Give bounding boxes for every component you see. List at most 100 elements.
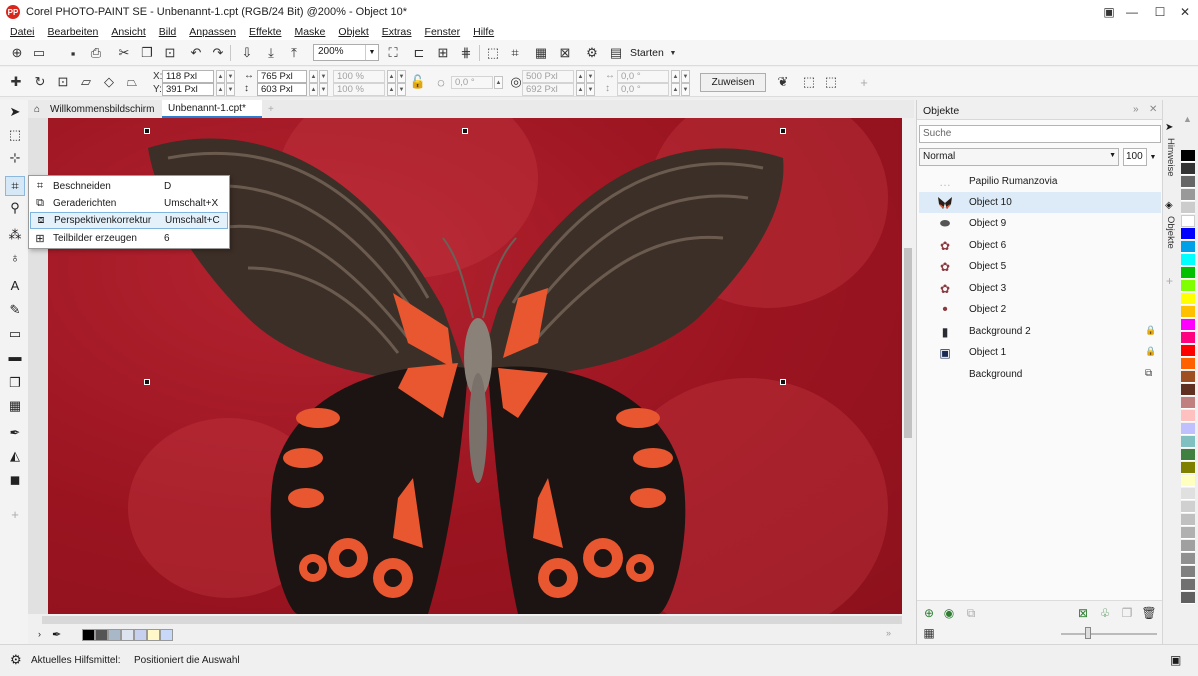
mask-icon[interactable]: ▦ (921, 625, 937, 641)
add-icon[interactable]: + (855, 73, 873, 91)
handle-top-left[interactable] (144, 128, 150, 134)
add-tool-icon[interactable]: + (5, 504, 25, 524)
guidelines-icon[interactable]: ⋕ (457, 44, 475, 62)
color-swatch[interactable] (1181, 579, 1195, 591)
zoom-level-combo[interactable]: 200% ▼ (313, 44, 379, 61)
object-search-input[interactable]: Suche (919, 125, 1161, 143)
redo-icon[interactable]: ↷ (209, 44, 227, 62)
layer-row[interactable]: ▣ Object 1 🔒 (919, 342, 1161, 363)
layer-row-selected[interactable]: Object 10 (919, 192, 1161, 213)
pick-tool-icon[interactable]: ➤ (5, 102, 25, 122)
flyout-item-straighten[interactable]: ⧉ Geraderichten Umschalt+X (30, 195, 228, 212)
y-spinner[interactable]: ▲ (216, 83, 225, 96)
color-swatch[interactable] (1181, 150, 1195, 162)
remove-mask-icon[interactable]: ⊠ (556, 44, 574, 62)
center-y-field[interactable]: 692 Pxl (522, 83, 574, 96)
color-swatch[interactable] (1181, 280, 1195, 292)
crop-tool-icon[interactable]: ⌗ (5, 176, 25, 196)
feather-icon[interactable]: ❦ (774, 73, 792, 91)
delete-icon[interactable]: 🗑 (1141, 605, 1157, 621)
color-swatch[interactable] (1181, 306, 1195, 318)
skew-vertical-field[interactable]: 0,0 ° (617, 83, 669, 96)
flyout-item-perspective[interactable]: ⧈ Perspektivenkorrektur Umschalt+C (30, 212, 228, 229)
color-swatch[interactable] (1181, 397, 1195, 409)
scale-h-spinner-down[interactable]: ▼ (397, 83, 406, 96)
height-spinner-down[interactable]: ▼ (319, 83, 328, 96)
angle-spinner[interactable]: ▲ (494, 76, 503, 89)
tab-hints[interactable]: Hinweise (1165, 138, 1176, 177)
height-spinner[interactable]: ▲ (309, 83, 318, 96)
position-icon[interactable]: ✚ (7, 73, 25, 91)
slider-handle[interactable] (1085, 627, 1091, 639)
close-button[interactable]: ✕ (1170, 0, 1198, 24)
skew-h-spinner-down[interactable]: ▼ (681, 70, 690, 83)
color-swatch[interactable] (1181, 228, 1195, 240)
vertical-scrollbar[interactable] (902, 118, 914, 614)
color-swatch[interactable] (1181, 423, 1195, 435)
combine-icon[interactable]: ⊠ (1075, 605, 1091, 621)
skew-v-spinner-down[interactable]: ▼ (681, 83, 690, 96)
chevron-down-icon[interactable]: ▼ (1147, 148, 1159, 166)
layer-row[interactable]: Background ⧉ (919, 364, 1161, 385)
menu-ansicht[interactable]: Ansicht (111, 26, 145, 38)
horizontal-scrollbar[interactable] (28, 614, 914, 626)
gear-icon[interactable]: ⚙ (10, 652, 22, 668)
clone-tool-icon[interactable]: ❐ (5, 373, 25, 393)
layer-row[interactable]: ✿ Object 3 (919, 278, 1161, 299)
perspective-icon[interactable]: ⏢ (123, 73, 141, 91)
color-swatch[interactable] (1181, 540, 1195, 552)
handle-top-right[interactable] (780, 128, 786, 134)
menu-maske[interactable]: Maske (294, 26, 325, 38)
rectangle-mask-icon[interactable]: ⬚ (5, 125, 25, 145)
background-lock-icon[interactable]: ⧉ (1145, 368, 1152, 379)
handle-top[interactable] (462, 128, 468, 134)
group-icon[interactable]: ♧ (1097, 605, 1113, 621)
layer-row[interactable]: ⬬ Object 9 (919, 213, 1161, 234)
color-swatch[interactable] (1181, 501, 1195, 513)
chevron-up-icon[interactable]: ▲ (1183, 114, 1192, 124)
color-swatch[interactable] (1181, 215, 1195, 227)
color-swatch[interactable] (1181, 566, 1195, 578)
add-tab-icon[interactable]: + (262, 100, 280, 118)
add-docker-icon[interactable]: + (1166, 274, 1173, 288)
color-swatch[interactable] (1181, 176, 1195, 188)
tab-welcome[interactable]: Willkommensbildschirm (44, 100, 164, 118)
width-field[interactable]: 765 Pxl (257, 70, 307, 83)
x-position-field[interactable]: 118 Pxl (162, 70, 214, 83)
color-swatch[interactable] (1181, 163, 1195, 175)
skew-icon[interactable]: ▱ (77, 73, 95, 91)
menu-extras[interactable]: Extras (382, 26, 412, 38)
menu-effekte[interactable]: Effekte (249, 26, 282, 38)
rotation-angle-field[interactable]: 0,0 ° (451, 76, 493, 89)
import-icon[interactable]: ⇩ (238, 44, 256, 62)
scale-w-spinner[interactable]: ▲ (387, 70, 396, 83)
distort-icon[interactable]: ◇ (100, 73, 118, 91)
center-x-field[interactable]: 500 Pxl (522, 70, 574, 83)
assign-button[interactable]: Zuweisen (700, 73, 766, 92)
blend-mode-select[interactable]: Normal ▼ (919, 148, 1119, 166)
eraser-icon[interactable]: ▬ (5, 346, 25, 366)
color-swatch[interactable] (1181, 436, 1195, 448)
scale-width-field[interactable]: 100 % (333, 70, 385, 83)
layer-row[interactable]: … Papilio Rumanzovia (919, 171, 1161, 192)
mask-marquee-icon[interactable]: ⬚ (484, 44, 502, 62)
chevron-down-icon[interactable]: ▼ (1109, 152, 1116, 159)
launcher-icon[interactable]: ▤ (607, 44, 625, 62)
collapse-icon[interactable]: » (1133, 104, 1139, 115)
import-arrow-icon[interactable]: ⤓ (262, 44, 280, 62)
mask-transform-icon[interactable]: ⊹ (5, 148, 25, 168)
color-swatch[interactable] (1181, 358, 1195, 370)
new-object-icon[interactable]: ⊕ (921, 605, 937, 621)
eyedropper-pair-icon[interactable]: ⁂ (5, 225, 25, 245)
new-document-icon[interactable]: ⊕ (8, 44, 26, 62)
copy-icon[interactable]: ❐ (138, 44, 156, 62)
color-swatch[interactable] (1181, 293, 1195, 305)
shape-tool-icon[interactable]: ▭ (5, 324, 25, 344)
full-screen-icon[interactable]: ⛶ (384, 44, 402, 62)
thumbnail-size-slider[interactable] (1061, 633, 1157, 635)
layer-row[interactable]: ▮ Background 2 🔒 (919, 321, 1161, 342)
color-swatch[interactable] (1181, 371, 1195, 383)
color-swatch[interactable] (1181, 553, 1195, 565)
fill-bucket-icon[interactable]: ◭ (5, 446, 25, 466)
center-y-spinner[interactable]: ▲ (576, 83, 585, 96)
